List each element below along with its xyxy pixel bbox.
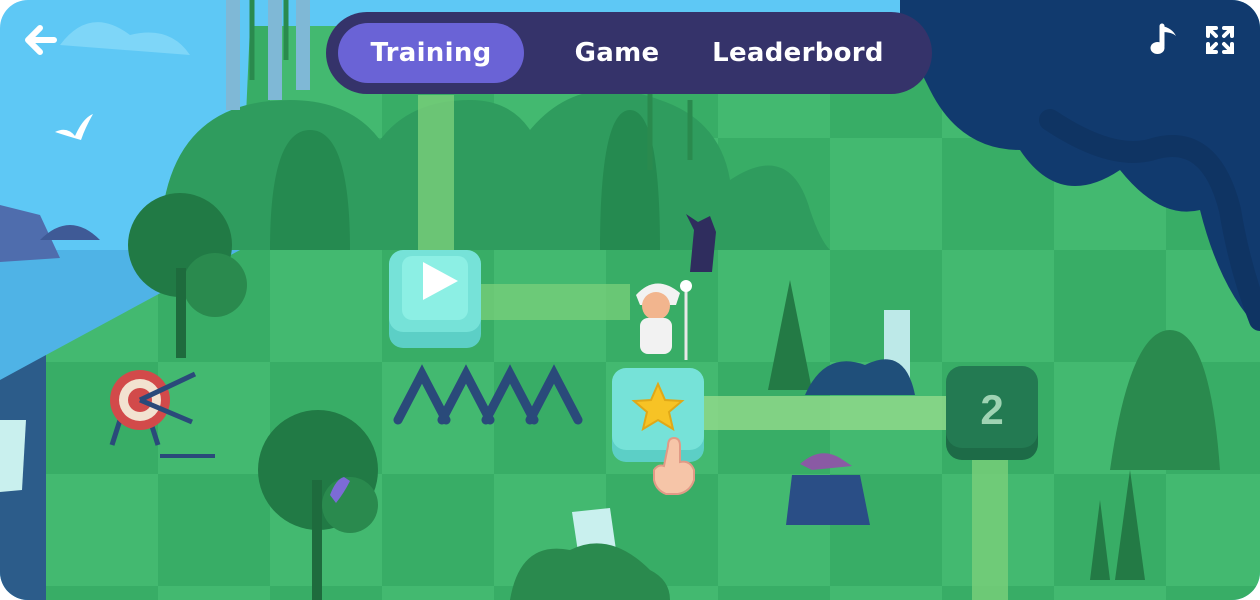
- path-segment: [480, 284, 630, 320]
- ruins-column: [226, 0, 240, 110]
- tab-training[interactable]: Training: [338, 23, 524, 83]
- tree-trunk: [312, 480, 322, 600]
- tree-trunk: [176, 268, 186, 358]
- broken-pillar-left: [0, 420, 26, 492]
- level-node-star[interactable]: [612, 368, 704, 462]
- ruins-column: [296, 0, 310, 90]
- path-segment: [972, 455, 1008, 600]
- tree-stump: [786, 475, 870, 525]
- level-node-play[interactable]: [389, 250, 481, 348]
- music-toggle-button[interactable]: [1144, 20, 1184, 60]
- back-button[interactable]: [20, 20, 60, 60]
- ruins-column: [268, 0, 282, 100]
- tab-game[interactable]: Game: [554, 23, 680, 83]
- tree: [183, 253, 247, 317]
- level-node-2[interactable]: [946, 366, 1038, 460]
- path-segment: [702, 396, 948, 430]
- fullscreen-button[interactable]: [1200, 20, 1240, 60]
- arrow-left-icon: [25, 25, 57, 55]
- path-segment: [418, 95, 454, 265]
- tree: [322, 477, 378, 533]
- expand-icon: [1206, 26, 1234, 54]
- game-frame: 2 Training Game Leaderbord: [0, 0, 1260, 600]
- tab-leaderboard[interactable]: Leaderbord: [708, 23, 888, 83]
- music-note-icon: [1150, 23, 1176, 54]
- top-nav: Training Game Leaderbord: [326, 12, 932, 94]
